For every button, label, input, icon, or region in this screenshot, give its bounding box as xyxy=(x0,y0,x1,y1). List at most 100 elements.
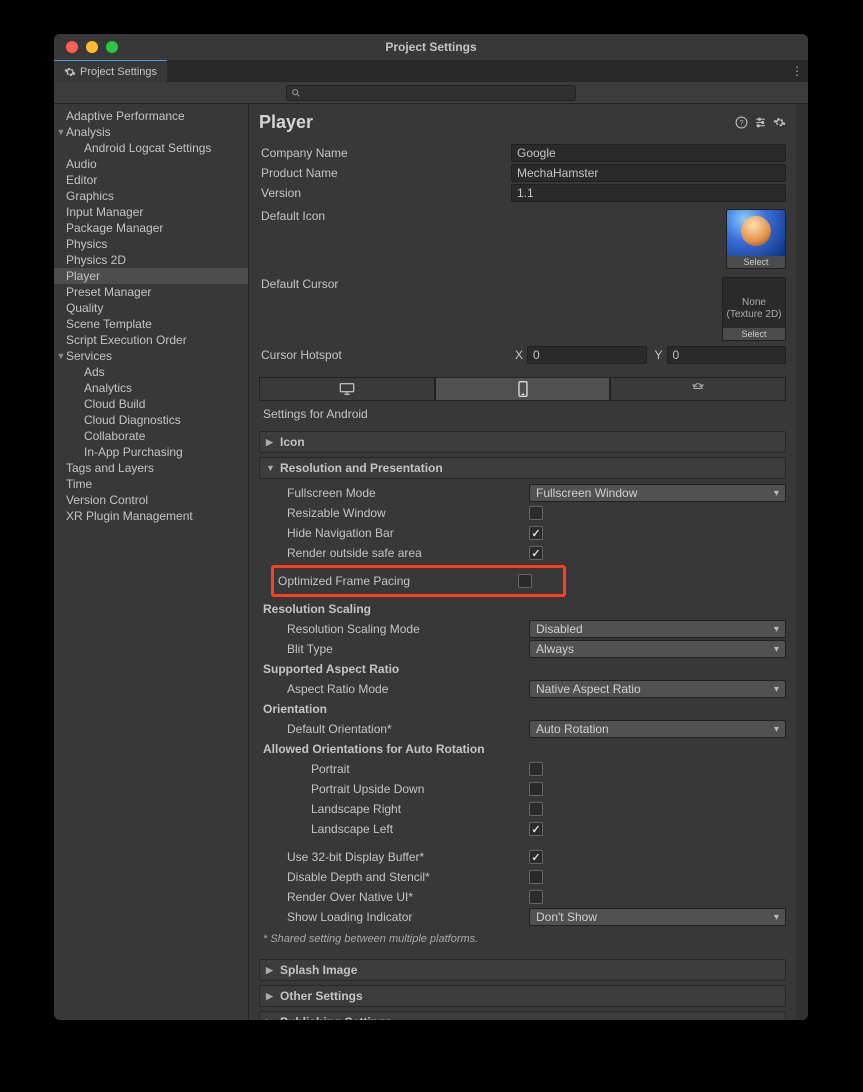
sidebar-item-package-manager[interactable]: Package Manager xyxy=(54,220,248,236)
tab-label: Project Settings xyxy=(80,66,157,78)
sidebar-item-analysis[interactable]: ▼Analysis xyxy=(54,124,248,140)
show-loading-dropdown[interactable]: Don't Show xyxy=(529,908,786,926)
sidebar-item-version-control[interactable]: Version Control xyxy=(54,492,248,508)
sidebar-item-label: In-App Purchasing xyxy=(84,445,183,459)
aspect-ratio-mode-dropdown[interactable]: Native Aspect Ratio xyxy=(529,680,786,698)
project-settings-window: Project Settings Project Settings ⋮ Adap… xyxy=(54,34,808,1020)
default-cursor-select-button[interactable]: Select xyxy=(723,328,785,340)
resizable-window-checkbox[interactable] xyxy=(529,506,543,520)
sidebar-item-quality[interactable]: Quality xyxy=(54,300,248,316)
default-icon-select-button[interactable]: Select xyxy=(727,256,785,268)
version-input[interactable] xyxy=(511,184,786,202)
settings-category-list[interactable]: Adaptive Performance▼AnalysisAndroid Log… xyxy=(54,104,249,1020)
disable-depth-checkbox[interactable] xyxy=(529,870,543,884)
sidebar-item-audio[interactable]: Audio xyxy=(54,156,248,172)
foldout-other[interactable]: ▶Other Settings xyxy=(259,985,786,1007)
x-label: X xyxy=(511,348,523,362)
portrait-ud-checkbox[interactable] xyxy=(529,782,543,796)
sidebar-item-input-manager[interactable]: Input Manager xyxy=(54,204,248,220)
search-input[interactable] xyxy=(286,85,576,101)
fullscreen-mode-dropdown[interactable]: Fullscreen Window xyxy=(529,484,786,502)
sidebar-item-physics-2d[interactable]: Physics 2D xyxy=(54,252,248,268)
sidebar-item-tags-and-layers[interactable]: Tags and Layers xyxy=(54,460,248,476)
help-icon[interactable]: ? xyxy=(735,116,748,129)
sidebar-item-in-app-purchasing[interactable]: In-App Purchasing xyxy=(54,444,248,460)
default-cursor-label: Default Cursor xyxy=(259,277,511,291)
sidebar-item-player[interactable]: Player xyxy=(54,268,248,284)
landscape-r-checkbox[interactable] xyxy=(529,802,543,816)
hide-nav-bar-checkbox[interactable] xyxy=(529,526,543,540)
scrollbar[interactable] xyxy=(796,104,808,1020)
default-orientation-dropdown[interactable]: Auto Rotation xyxy=(529,720,786,738)
sidebar-item-collaborate[interactable]: Collaborate xyxy=(54,428,248,444)
default-icon-preview xyxy=(727,210,785,256)
settings-for-label: Settings for Android xyxy=(259,401,786,427)
sidebar-item-label: Version Control xyxy=(66,493,148,507)
foldout-publishing[interactable]: ▶Publishing Settings xyxy=(259,1011,786,1020)
blit-type-dropdown[interactable]: Always xyxy=(529,640,786,658)
platform-tab-android[interactable] xyxy=(610,377,786,401)
svg-text:?: ? xyxy=(739,118,743,127)
sidebar-item-adaptive-performance[interactable]: Adaptive Performance xyxy=(54,108,248,124)
foldout-icon[interactable]: ▶Icon xyxy=(259,431,786,453)
platform-tab-standalone[interactable] xyxy=(259,377,435,401)
hide-nav-bar-label: Hide Navigation Bar xyxy=(287,526,529,540)
sidebar-item-label: Input Manager xyxy=(66,205,143,219)
sidebar-item-label: Physics 2D xyxy=(66,253,126,267)
portrait-checkbox[interactable] xyxy=(529,762,543,776)
optimized-frame-pacing-label: Optimized Frame Pacing xyxy=(278,574,518,588)
default-icon-well[interactable]: Select xyxy=(726,209,786,269)
platform-tabs xyxy=(259,377,786,401)
use-32bit-checkbox[interactable] xyxy=(529,850,543,864)
sidebar-item-preset-manager[interactable]: Preset Manager xyxy=(54,284,248,300)
render-outside-safe-checkbox[interactable] xyxy=(529,546,543,560)
search-row xyxy=(54,82,808,104)
sidebar-item-services[interactable]: ▼Services xyxy=(54,348,248,364)
sidebar-item-label: Scene Template xyxy=(66,317,152,331)
sidebar-item-android-logcat-settings[interactable]: Android Logcat Settings xyxy=(54,140,248,156)
sidebar-item-script-execution-order[interactable]: Script Execution Order xyxy=(54,332,248,348)
sidebar-item-label: Script Execution Order xyxy=(66,333,187,347)
default-cursor-well[interactable]: None(Texture 2D) Select xyxy=(722,277,786,341)
sidebar-item-label: Player xyxy=(66,269,100,283)
shared-setting-footnote: * Shared setting between multiple platfo… xyxy=(259,927,786,951)
sidebar-item-cloud-build[interactable]: Cloud Build xyxy=(54,396,248,412)
res-scaling-mode-dropdown[interactable]: Disabled xyxy=(529,620,786,638)
platform-tab-ios[interactable] xyxy=(435,377,611,401)
sidebar-item-physics[interactable]: Physics xyxy=(54,236,248,252)
res-scaling-mode-label: Resolution Scaling Mode xyxy=(287,622,529,636)
window-menu-icon[interactable]: ⋮ xyxy=(786,60,808,82)
sidebar-item-xr-plugin-management[interactable]: XR Plugin Management xyxy=(54,508,248,524)
settings-gear-icon[interactable] xyxy=(773,116,786,129)
landscape-l-checkbox[interactable] xyxy=(529,822,543,836)
player-settings-panel: Player ? Company Name Product Name Versi… xyxy=(249,104,796,1020)
resolution-scaling-header: Resolution Scaling xyxy=(259,599,786,619)
tab-project-settings[interactable]: Project Settings xyxy=(54,60,167,82)
optimized-frame-pacing-checkbox[interactable] xyxy=(518,574,532,588)
sidebar-item-label: Collaborate xyxy=(84,429,145,443)
presets-icon[interactable] xyxy=(754,116,767,129)
sidebar-item-editor[interactable]: Editor xyxy=(54,172,248,188)
default-icon-label: Default Icon xyxy=(259,209,511,223)
cursor-hotspot-y-input[interactable] xyxy=(667,346,787,364)
cursor-hotspot-x-input[interactable] xyxy=(527,346,647,364)
sidebar-item-ads[interactable]: Ads xyxy=(54,364,248,380)
sidebar-item-time[interactable]: Time xyxy=(54,476,248,492)
foldout-splash[interactable]: ▶Splash Image xyxy=(259,959,786,981)
render-over-native-checkbox[interactable] xyxy=(529,890,543,904)
sidebar-item-label: Analysis xyxy=(66,125,111,139)
company-name-input[interactable] xyxy=(511,144,786,162)
landscape-r-label: Landscape Right xyxy=(311,802,529,816)
foldout-resolution[interactable]: ▼Resolution and Presentation xyxy=(259,457,786,479)
portrait-label: Portrait xyxy=(311,762,529,776)
product-name-input[interactable] xyxy=(511,164,786,182)
sidebar-item-analytics[interactable]: Analytics xyxy=(54,380,248,396)
phone-icon xyxy=(517,381,529,397)
sidebar-item-label: Ads xyxy=(84,365,105,379)
sidebar-item-graphics[interactable]: Graphics xyxy=(54,188,248,204)
sidebar-item-cloud-diagnostics[interactable]: Cloud Diagnostics xyxy=(54,412,248,428)
sidebar-item-label: Tags and Layers xyxy=(66,461,154,475)
sidebar-item-scene-template[interactable]: Scene Template xyxy=(54,316,248,332)
blit-type-label: Blit Type xyxy=(287,642,529,656)
highlight-box: Optimized Frame Pacing xyxy=(271,565,566,597)
